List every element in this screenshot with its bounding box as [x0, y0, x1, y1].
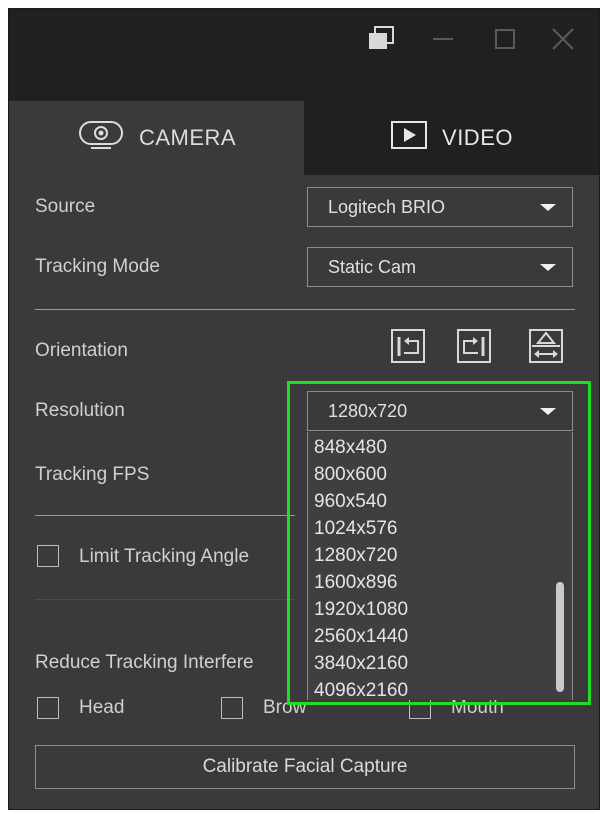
brow-label: Brow	[263, 697, 307, 718]
resolution-option[interactable]: 960x540	[314, 488, 387, 515]
play-icon	[390, 120, 428, 156]
source-label: Source	[35, 196, 96, 217]
mode-tabs: CAMERA VIDEO	[9, 101, 599, 175]
orientation-row: Orientation	[9, 329, 599, 373]
section-divider	[35, 309, 575, 310]
source-select[interactable]: Logitech BRIO	[307, 187, 573, 227]
tracking-mode-value: Static Cam	[328, 257, 417, 277]
head-label: Head	[79, 697, 125, 718]
tab-video-label: VIDEO	[442, 125, 513, 150]
resolution-option[interactable]: 1024x576	[314, 515, 397, 542]
tracking-mode-label: Tracking Mode	[35, 256, 160, 277]
resolution-label: Resolution	[35, 400, 125, 421]
mouth-label: Mouth	[451, 697, 504, 718]
chevron-down-icon	[540, 204, 556, 211]
webcam-icon	[77, 119, 125, 157]
rotate-left-icon[interactable]	[457, 329, 491, 363]
restore-window-icon[interactable]	[365, 23, 397, 55]
limit-tracking-angle-label: Limit Tracking Angle	[79, 546, 250, 567]
head-checkbox[interactable]	[37, 697, 59, 719]
tracking-mode-row: Tracking Mode Static Cam	[9, 245, 599, 289]
minimize-icon[interactable]	[427, 23, 459, 55]
section-divider	[35, 515, 295, 516]
source-value: Logitech BRIO	[328, 197, 446, 217]
tracking-fps-label: Tracking FPS	[35, 464, 150, 485]
resolution-select[interactable]: 1280x720	[307, 391, 573, 431]
tab-video[interactable]: VIDEO	[304, 101, 599, 175]
tab-camera[interactable]: CAMERA	[9, 101, 304, 175]
mouth-checkbox[interactable]	[409, 697, 431, 719]
orientation-label: Orientation	[35, 340, 128, 361]
resolution-dropdown-list[interactable]: 848x480 800x600 960x540 1024x576 1280x72…	[307, 432, 573, 700]
section-divider	[35, 599, 295, 600]
resolution-option[interactable]: 848x480	[314, 434, 387, 461]
brow-checkbox[interactable]	[221, 697, 243, 719]
facial-capture-panel: CAMERA VIDEO Source Logitech BRIO Tracki…	[8, 8, 600, 810]
resolution-option[interactable]: 3840x2160	[314, 650, 408, 677]
resolution-option[interactable]: 1920x1080	[314, 596, 408, 623]
resolution-option[interactable]: 4096x2160	[314, 677, 408, 700]
chevron-down-icon	[540, 408, 556, 415]
flip-horizontal-icon[interactable]	[529, 329, 563, 363]
resolution-option[interactable]: 2560x1440	[314, 623, 408, 650]
tracking-mode-select[interactable]: Static Cam	[307, 247, 573, 287]
resolution-value: 1280x720	[328, 401, 408, 421]
resolution-option[interactable]: 1280x720	[314, 542, 397, 569]
calibrate-facial-capture-button[interactable]: Calibrate Facial Capture	[35, 745, 575, 789]
resolution-option[interactable]: 1600x896	[314, 569, 397, 596]
rotate-right-icon[interactable]	[391, 329, 425, 363]
chevron-down-icon	[540, 264, 556, 271]
source-row: Source Logitech BRIO	[9, 185, 599, 229]
resolution-option[interactable]: 800x600	[314, 461, 387, 488]
reduce-interference-label: Reduce Tracking Interfere	[35, 652, 254, 673]
limit-tracking-angle-checkbox[interactable]	[37, 545, 59, 567]
tab-camera-label: CAMERA	[138, 125, 237, 150]
maximize-icon[interactable]	[489, 23, 521, 55]
title-bar	[9, 9, 599, 101]
resolution-row: Resolution 1280x720	[9, 389, 599, 433]
close-icon[interactable]	[547, 23, 579, 55]
dropdown-scrollbar[interactable]	[556, 582, 564, 692]
